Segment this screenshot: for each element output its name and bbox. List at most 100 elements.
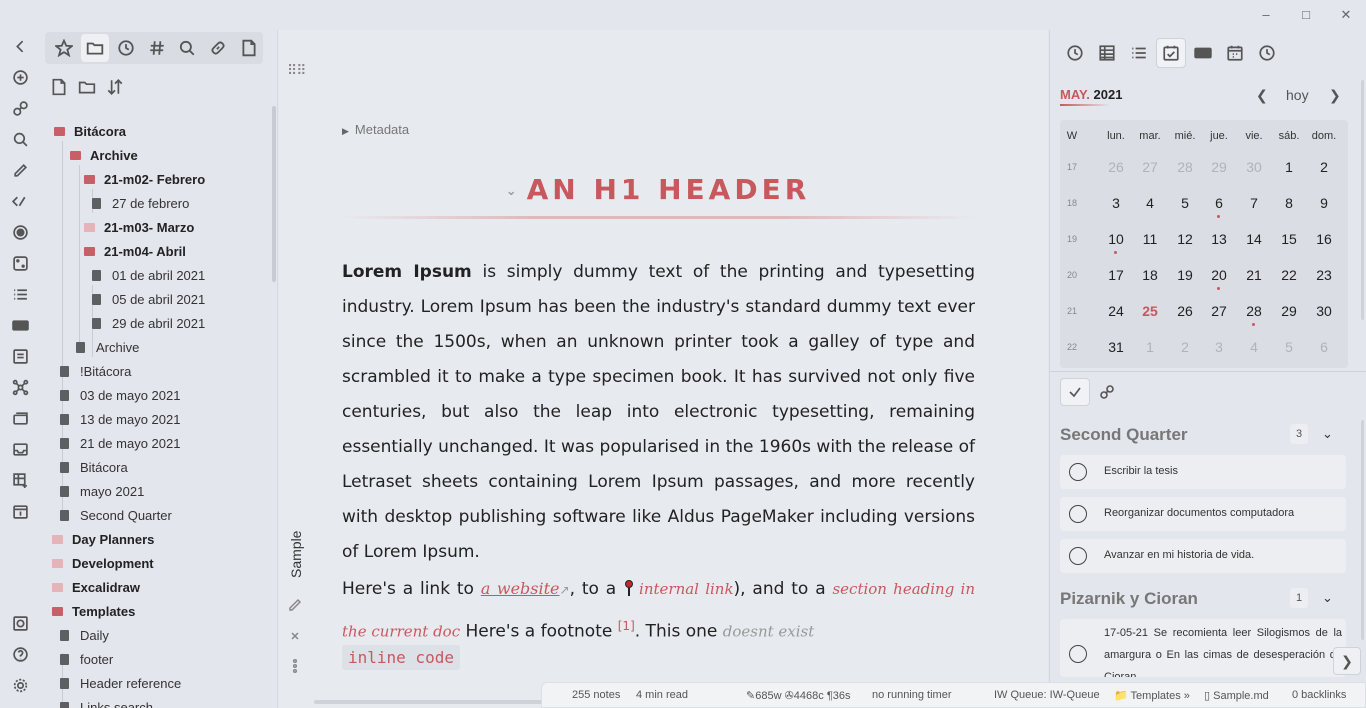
cards-icon[interactable] — [9, 407, 31, 429]
task-checkbox[interactable] — [1069, 547, 1087, 565]
chevron-down-icon[interactable]: ⌄ — [1322, 590, 1333, 606]
drag-handle-icon[interactable]: ⠿⠿ — [287, 62, 306, 79]
tree-folder[interactable]: Excalidraw — [52, 576, 140, 598]
record-icon[interactable] — [9, 221, 31, 243]
tree-file[interactable]: Archive — [76, 336, 139, 358]
editor-hscrollbar[interactable] — [314, 700, 544, 704]
prev-month-button[interactable]: ❮ — [1256, 87, 1268, 104]
calendar-day[interactable]: 20 — [1201, 267, 1237, 283]
calendar-day[interactable]: 23 — [1306, 267, 1342, 283]
next-arrow-button[interactable]: ❯ — [1333, 647, 1361, 675]
calendar-day[interactable]: 17 — [1098, 267, 1134, 283]
list-icon[interactable] — [9, 283, 31, 305]
hash-icon[interactable] — [143, 34, 171, 62]
clock-icon[interactable] — [1060, 38, 1090, 68]
tree-file[interactable]: 29 de abril 2021 — [92, 312, 205, 334]
table-icon[interactable] — [1092, 38, 1122, 68]
graph-icon[interactable] — [9, 376, 31, 398]
calendar-check-icon[interactable] — [1156, 38, 1186, 68]
checkmark-icon[interactable] — [1060, 378, 1090, 406]
calendar-day[interactable]: 11 — [1132, 231, 1168, 247]
task-item[interactable]: Escribir la tesis — [1060, 455, 1346, 489]
tree-file[interactable]: 05 de abril 2021 — [92, 288, 205, 310]
table-plus-icon[interactable] — [9, 469, 31, 491]
tree-file[interactable]: Links search — [60, 696, 153, 708]
maximize-button[interactable]: □ — [1296, 6, 1316, 24]
right-scrollbar-bottom[interactable] — [1361, 420, 1364, 640]
tree-folder[interactable]: 21-m04- Abril — [84, 240, 186, 262]
markdown-icon[interactable] — [1188, 38, 1218, 68]
clock-icon[interactable] — [112, 34, 140, 62]
calendar-day[interactable]: 14 — [1236, 231, 1272, 247]
calendar-day[interactable]: 5 — [1167, 195, 1203, 211]
tree-folder[interactable]: Templates — [52, 600, 135, 622]
calendar-day[interactable]: 19 — [1167, 267, 1203, 283]
footnote-ref[interactable]: [1] — [618, 619, 635, 633]
calendar-day[interactable]: 4 — [1236, 339, 1272, 355]
tree-folder[interactable]: Day Planners — [52, 528, 154, 550]
calendar-day[interactable]: 1 — [1271, 159, 1307, 175]
file-icon[interactable] — [235, 34, 263, 62]
calendar-day[interactable]: 26 — [1167, 303, 1203, 319]
calendar-day[interactable]: 6 — [1201, 195, 1237, 211]
search-icon[interactable] — [173, 34, 201, 62]
tree-folder[interactable]: 21-m03- Marzo — [84, 216, 194, 238]
calendar-day[interactable]: 9 — [1306, 195, 1342, 211]
tree-file[interactable]: 13 de mayo 2021 — [60, 408, 180, 430]
calendar-day[interactable]: 10 — [1098, 231, 1134, 247]
task-checkbox[interactable] — [1069, 645, 1087, 663]
calendar-day[interactable]: 30 — [1236, 159, 1272, 175]
calendar-day[interactable]: 29 — [1201, 159, 1237, 175]
tree-folder[interactable]: 21-m02- Febrero — [84, 168, 205, 190]
pencil-icon[interactable] — [9, 159, 31, 181]
percent-code-icon[interactable] — [9, 190, 31, 212]
new-folder-icon[interactable] — [78, 78, 96, 101]
vertical-tab-label[interactable]: Sample — [284, 522, 314, 582]
tree-folder[interactable]: Bitácora — [54, 120, 126, 142]
layout-icon[interactable] — [9, 345, 31, 367]
calendar-day[interactable]: 24 — [1098, 303, 1134, 319]
tree-file[interactable]: 21 de mayo 2021 — [60, 432, 180, 454]
calendar-day[interactable]: 30 — [1306, 303, 1342, 319]
link-icon[interactable] — [204, 34, 232, 62]
vault-icon[interactable] — [9, 612, 31, 634]
calendar-day[interactable]: 6 — [1306, 339, 1342, 355]
tree-file[interactable]: 03 de mayo 2021 — [60, 384, 180, 406]
link-graph-icon[interactable] — [9, 97, 31, 119]
calendar-day[interactable]: 5 — [1271, 339, 1307, 355]
calendar-day[interactable]: 8 — [1271, 195, 1307, 211]
tree-file[interactable]: !Bitácora — [60, 360, 131, 382]
link-graph-icon[interactable] — [1092, 378, 1122, 406]
unresolved-link[interactable]: doesnt exist — [723, 623, 815, 641]
explorer-scrollbar[interactable] — [272, 106, 276, 282]
calendar-day[interactable]: 4 — [1132, 195, 1168, 211]
iw-queue[interactable]: IW Queue: IW-Queue — [994, 689, 1100, 701]
star-icon[interactable] — [50, 34, 78, 62]
calendar-day[interactable]: 27 — [1132, 159, 1168, 175]
help-icon[interactable] — [9, 643, 31, 665]
calendar-day[interactable]: 16 — [1306, 231, 1342, 247]
calendar-day[interactable]: 13 — [1201, 231, 1237, 247]
dice-icon[interactable] — [9, 252, 31, 274]
tree-file[interactable]: 01 de abril 2021 — [92, 264, 205, 286]
tree-file[interactable]: Daily — [60, 624, 109, 646]
tree-folder[interactable]: Archive — [70, 144, 138, 166]
list-icon[interactable] — [1124, 38, 1154, 68]
calendar-day[interactable]: 1 — [1132, 339, 1168, 355]
folder-icon[interactable] — [80, 34, 109, 62]
close-icon[interactable] — [287, 628, 305, 646]
tree-file[interactable]: 27 de febrero — [92, 192, 189, 214]
calendar-day[interactable]: 12 — [1167, 231, 1203, 247]
new-note-icon[interactable] — [50, 78, 68, 101]
calendar-day[interactable]: 29 — [1271, 303, 1307, 319]
chevron-down-icon[interactable]: ⌄ — [1322, 426, 1333, 442]
calendar-day[interactable]: 31 — [1098, 339, 1134, 355]
markdown-icon[interactable] — [9, 314, 31, 336]
breadcrumb-file[interactable]: ▯ Sample.md — [1204, 689, 1269, 702]
task-item[interactable]: 17-05-21 Se recomienta leer Silogismos d… — [1060, 619, 1346, 677]
calendar-day[interactable]: 3 — [1201, 339, 1237, 355]
plus-circle-icon[interactable] — [9, 66, 31, 88]
tree-folder[interactable]: Development — [52, 552, 154, 574]
calendar-day[interactable]: 18 — [1132, 267, 1168, 283]
edit-pencil-icon[interactable] — [287, 597, 305, 615]
